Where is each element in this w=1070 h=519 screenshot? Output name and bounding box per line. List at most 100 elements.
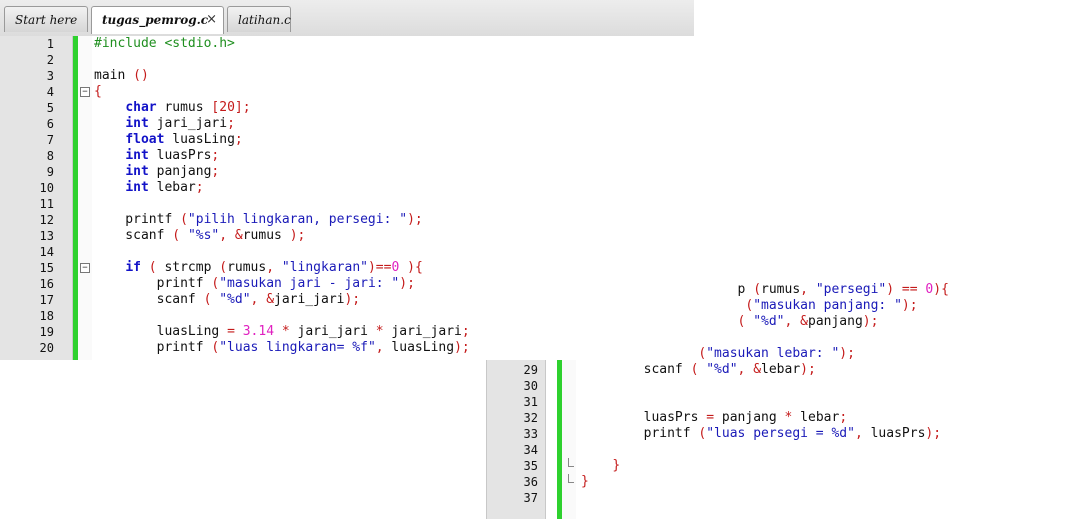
code-line[interactable]: 2 (0, 52, 694, 68)
close-tab-icon[interactable]: × (206, 7, 217, 33)
fold-end-marker (568, 458, 574, 467)
code-line[interactable]: 32 luasPrs = panjang * lebar; (487, 410, 1070, 426)
code-token: } (612, 458, 621, 473)
code-line[interactable]: 18 (0, 308, 694, 324)
code-line[interactable]: 6 int jari_jari; (0, 116, 694, 132)
code-text: printf ("luas persegi = %d", luasPrs); (581, 426, 941, 442)
line-number: 8 (46, 149, 54, 163)
line-number: 14 (39, 245, 54, 259)
code-token: jari_jari (383, 324, 462, 339)
code-token: { (94, 84, 102, 99)
code-line[interactable]: 8 int luasPrs; (0, 148, 694, 164)
code-line[interactable]: 16 printf ("masukan jari - jari: "); (0, 276, 694, 292)
code-line[interactable]: 29 scanf ( "%d", &lebar); (487, 362, 1070, 378)
code-line[interactable]: 1 #include <stdio.h> (0, 36, 694, 52)
fold-toggle-icon[interactable]: − (80, 263, 90, 273)
code-line[interactable]: 3 main () (0, 68, 694, 84)
code-token: ); (289, 228, 306, 243)
code-token: char (125, 100, 157, 115)
code-token: "masukan panjang: " (753, 298, 902, 313)
code-token: * (375, 324, 384, 339)
code-line[interactable]: 17 scanf ( "%d", &jari_jari); (0, 292, 694, 308)
code-token: ; (242, 100, 251, 115)
code-token: "luas persegi = %d" (706, 426, 855, 441)
code-token: [20] (211, 100, 243, 115)
code-token: printf (94, 212, 181, 227)
code-text: int luasPrs; (94, 148, 219, 164)
code-line[interactable]: 9 int panjang; (0, 164, 694, 180)
code-token: ; (461, 324, 470, 339)
tab-latihan[interactable]: latihan.c (227, 6, 291, 32)
code-token: ); (454, 340, 470, 355)
code-line[interactable]: 12 printf ("pilih lingkaran, persegi: ")… (0, 212, 694, 228)
code-token: ( (172, 228, 181, 243)
code-token: { (941, 282, 949, 297)
code-token: ; (839, 410, 848, 425)
code-line[interactable]: 7 float luasLing; (0, 132, 694, 148)
code-line[interactable]: 4 −{ (0, 84, 694, 100)
code-token: if (125, 260, 141, 275)
code-token: int (125, 164, 149, 179)
code-line[interactable]: 15 − if ( strcmp (rumus, "lingkaran")==0 … (0, 260, 694, 276)
code-area-top[interactable]: 1 #include <stdio.h> 2 3 main () 4−{5 char ru… (0, 36, 694, 360)
line-number: 30 (523, 379, 538, 393)
code-token: printf (581, 426, 699, 441)
code-token: "%d" (706, 362, 738, 377)
line-number: 32 (523, 411, 538, 425)
code-token: luasPrs (148, 148, 212, 163)
code-line[interactable]: 35 } (487, 458, 1070, 474)
code-token: luasPrs (581, 410, 707, 425)
code-line[interactable]: 31 (487, 394, 1070, 410)
code-token: panjang (714, 410, 785, 425)
code-token: ( (753, 282, 762, 297)
code-token: jari_jari (289, 324, 376, 339)
line-number: 5 (46, 101, 54, 115)
code-line[interactable]: 34 (487, 442, 1070, 458)
code-line[interactable]: 30 (487, 378, 1070, 394)
code-text: luasLing = 3.14 * jari_jari * jari_jari; (94, 324, 470, 340)
code-token: ) (407, 260, 415, 275)
code-token: strcmp (156, 260, 220, 275)
code-token: & (800, 314, 808, 329)
code-line[interactable]: 20 printf ("luas lingkaran= %f", luasLin… (0, 340, 694, 356)
fold-end-marker (568, 474, 574, 483)
code-token: ); (839, 346, 855, 361)
code-line[interactable]: 13 scanf ( "%s", &rumus ); (0, 228, 694, 244)
tab-tugas-pemrog[interactable]: tugas_pemrog.c × (91, 6, 224, 34)
code-line[interactable]: 36} (487, 474, 1070, 490)
code-text: int lebar; (94, 180, 204, 196)
code-text: #include <stdio.h> (94, 36, 235, 52)
code-line[interactable]: 5 char rumus [20]; (0, 100, 694, 116)
code-token: ; (195, 180, 204, 195)
code-line[interactable]: 37 (487, 490, 1070, 506)
code-text: int jari_jari; (94, 116, 235, 132)
code-token: ); (862, 314, 879, 329)
code-token: , (375, 340, 384, 355)
tab-label: latihan.c (238, 13, 291, 27)
code-token: scanf (581, 362, 691, 377)
code-line[interactable]: 19 luasLing = 3.14 * jari_jari * jari_ja… (0, 324, 694, 340)
code-text: scanf ( "%d", &jari_jari); (94, 292, 361, 308)
fold-toggle-icon[interactable]: − (80, 87, 90, 97)
code-token: "pilih lingkaran, persegi: " (187, 212, 408, 227)
code-text: char rumus [20]; (94, 100, 251, 116)
code-token: ); (925, 426, 942, 441)
code-editor-top[interactable]: Start here tugas_pemrog.c × latihan.c 1 #… (0, 0, 694, 360)
code-token: ; (211, 164, 220, 179)
code-text: if ( strcmp (rumus, "lingkaran")==0 ){ (94, 260, 422, 276)
code-token: rumus (242, 228, 290, 243)
code-token: "persegi" (815, 282, 887, 297)
code-line[interactable]: 11 (0, 196, 694, 212)
code-line[interactable]: 10 int lebar; (0, 180, 694, 196)
code-token: #include <stdio.h> (94, 36, 235, 51)
line-number: 18 (39, 309, 54, 323)
tab-start-here[interactable]: Start here (4, 6, 88, 32)
code-line[interactable]: 33 printf ("luas persegi = %d", luasPrs)… (487, 426, 1070, 442)
code-line[interactable]: 14 (0, 244, 694, 260)
code-token: , (854, 426, 863, 441)
